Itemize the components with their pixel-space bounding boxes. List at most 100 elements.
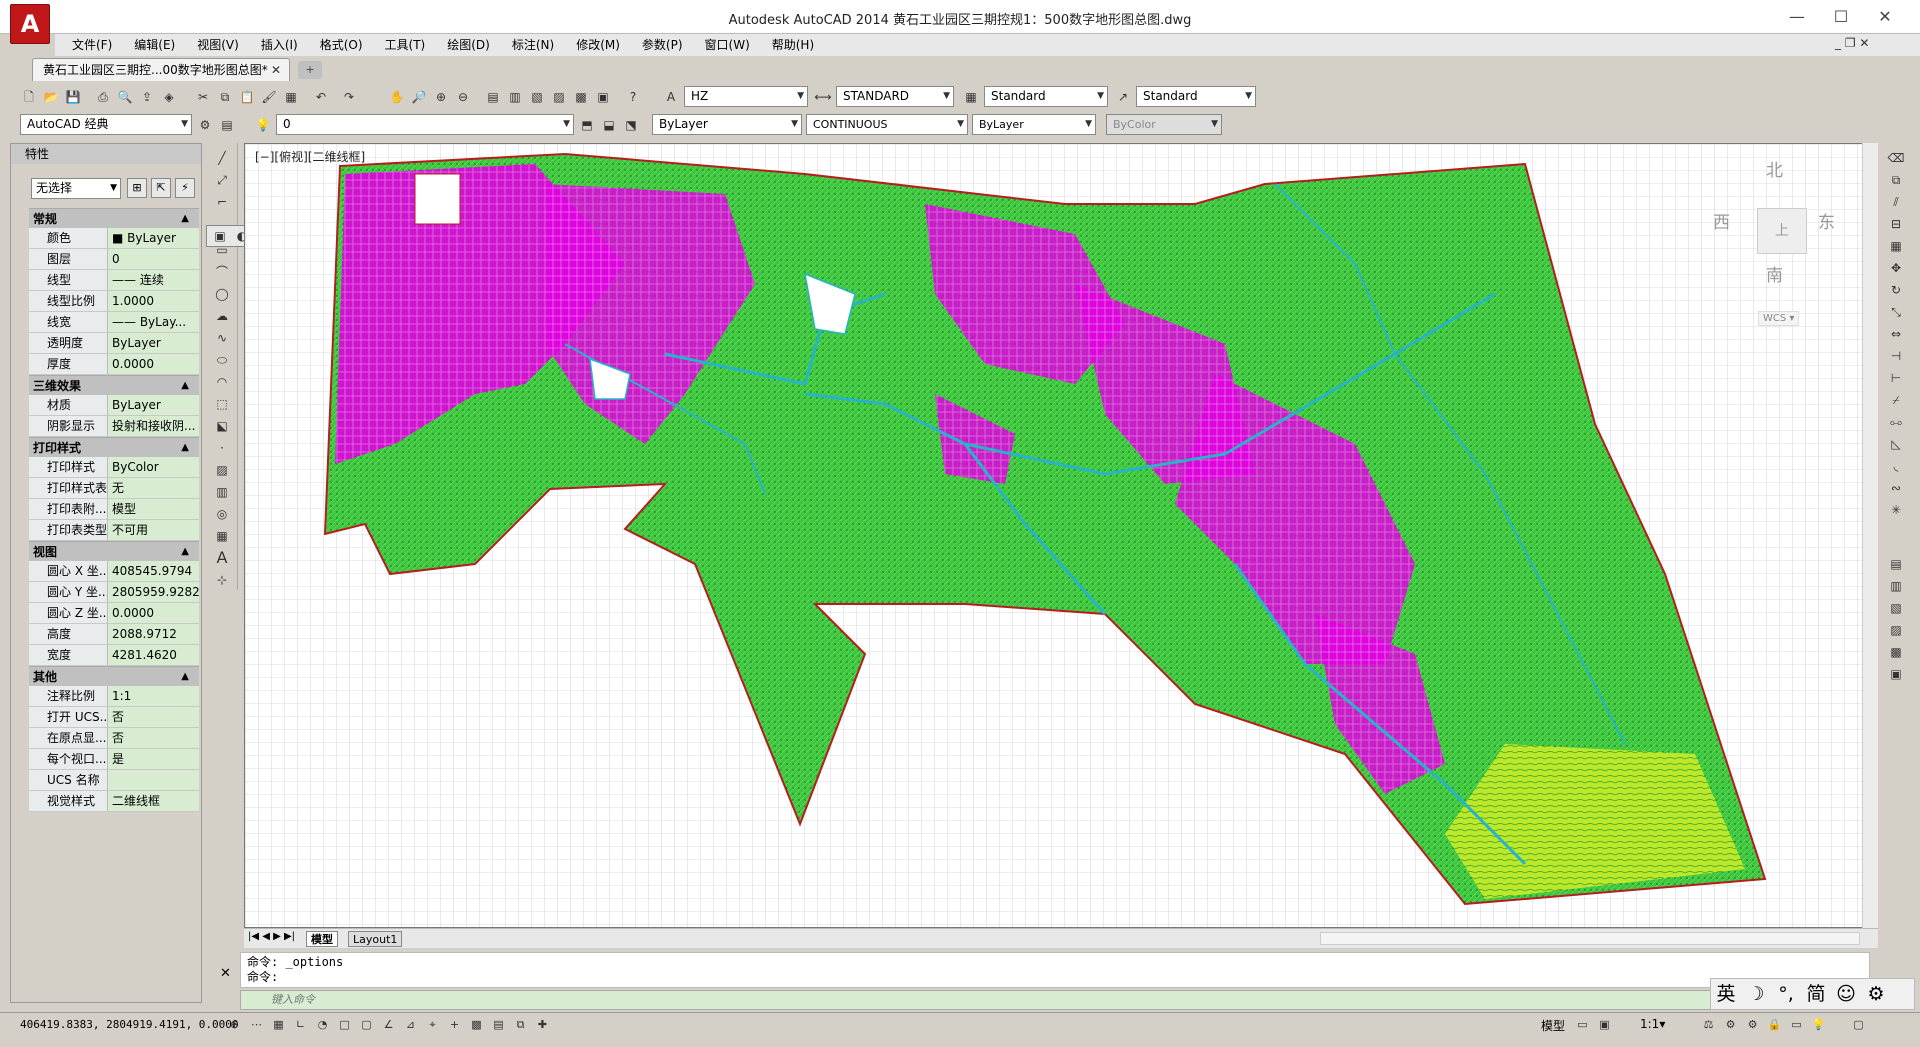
gradient-icon[interactable]: ▥: [213, 483, 231, 501]
pan-icon[interactable]: ✋: [388, 88, 406, 106]
property-value[interactable]: 是: [107, 749, 199, 769]
construction-line-icon[interactable]: ⤢: [213, 171, 231, 189]
extend-icon[interactable]: ⊢: [1887, 369, 1905, 387]
transparency-icon[interactable]: ▩: [468, 1016, 485, 1033]
menu-modify[interactable]: 修改(M): [565, 34, 631, 56]
viewcube-east[interactable]: 东: [1818, 208, 1835, 233]
ime-language-toggle[interactable]: 英: [1711, 979, 1741, 1009]
plotstyle-combo[interactable]: ByColor ▼: [1106, 114, 1222, 135]
property-value[interactable]: 4281.4620: [107, 645, 199, 665]
trim-icon[interactable]: ⊣: [1887, 347, 1905, 365]
lock-icon[interactable]: 🔒: [1766, 1016, 1783, 1033]
zoom-realtime-icon[interactable]: 🔎: [410, 88, 428, 106]
polar-tracking-icon[interactable]: ◔: [314, 1016, 331, 1033]
scale-icon[interactable]: ⤡: [1887, 303, 1905, 321]
cut-icon[interactable]: ✂: [194, 88, 212, 106]
menu-insert[interactable]: 插入(I): [250, 34, 309, 56]
drawing-canvas[interactable]: [−][俯视][二维线框] 北 西 东 南 上 WCS ▾: [244, 143, 1866, 928]
property-row[interactable]: 圆心 Y 坐... 2805959.9282: [29, 582, 199, 603]
property-value[interactable]: 模型: [107, 499, 199, 519]
minimize-button[interactable]: —: [1782, 6, 1812, 28]
tool-palettes-icon[interactable]: ▧: [528, 88, 546, 106]
table-icon[interactable]: ▦: [213, 527, 231, 545]
property-value[interactable]: 不可用: [107, 520, 199, 540]
hatch-icon[interactable]: ▨: [213, 461, 231, 479]
property-row[interactable]: 每个视口... 是: [29, 749, 199, 770]
zoom-window-icon[interactable]: ⊕: [432, 88, 450, 106]
circle-icon[interactable]: ◯: [213, 285, 231, 303]
move-icon[interactable]: ✥: [1887, 259, 1905, 277]
infer-constraints-icon[interactable]: ⊕: [226, 1016, 243, 1033]
property-value[interactable]: 1.0000: [107, 291, 199, 311]
viewport-label[interactable]: [−][俯视][二维线框]: [255, 148, 365, 165]
tab-layout1[interactable]: Layout1: [348, 931, 403, 947]
join-icon[interactable]: ⧟: [1887, 413, 1905, 431]
property-value[interactable]: 无: [107, 478, 199, 498]
3d-print-icon[interactable]: ◈: [160, 88, 178, 106]
text-style-combo[interactable]: HZ ▼: [684, 86, 808, 107]
print-icon[interactable]: ⎙: [94, 88, 112, 106]
property-row[interactable]: 高度 2088.9712: [29, 624, 199, 645]
property-value[interactable]: 否: [107, 707, 199, 727]
revision-cloud-icon[interactable]: ☁: [213, 307, 231, 325]
menu-help[interactable]: 帮助(H): [761, 34, 825, 56]
ime-emoji-icon[interactable]: ☺: [1831, 979, 1861, 1009]
chevron-up-icon[interactable]: ▲: [181, 438, 189, 458]
property-row[interactable]: 圆心 X 坐... 408545.9794: [29, 561, 199, 582]
property-row[interactable]: 材质 ByLayer: [29, 395, 199, 416]
property-row[interactable]: 视觉样式 二维线框: [29, 791, 199, 812]
properties-icon[interactable]: ▤: [484, 88, 502, 106]
new-tab-button[interactable]: +: [298, 61, 322, 79]
close-tab-icon[interactable]: ✕: [271, 59, 281, 81]
property-value[interactable]: 1:1: [107, 686, 199, 706]
property-value[interactable]: ■ ByLayer: [107, 228, 199, 248]
table-style-combo[interactable]: Standard ▼: [984, 86, 1108, 107]
viewcube[interactable]: 上: [1757, 208, 1807, 254]
ellipse-arc-icon[interactable]: ◠: [213, 373, 231, 391]
property-value[interactable]: 二维线框: [107, 791, 199, 811]
property-row[interactable]: 阴影显示 投射和接收阴...: [29, 416, 199, 437]
property-section-header[interactable]: 视图 ▲: [29, 541, 199, 561]
property-value[interactable]: 0.0000: [107, 354, 199, 374]
explode-icon[interactable]: ✳: [1887, 501, 1905, 519]
model-space-label[interactable]: 模型: [1541, 1017, 1565, 1034]
chevron-up-icon[interactable]: ▲: [181, 376, 189, 396]
selection-dropdown[interactable]: 无选择 ▼: [31, 178, 121, 199]
otrack-icon[interactable]: ∠: [380, 1016, 397, 1033]
layer-state-icon[interactable]: ⬔: [622, 116, 640, 134]
menu-dimension[interactable]: 标注(N): [501, 34, 565, 56]
make-current-layer-icon[interactable]: ⬒: [578, 116, 596, 134]
multiline-text-icon[interactable]: A: [213, 549, 231, 567]
match-properties-icon[interactable]: 🖌: [260, 88, 278, 106]
mirror-icon[interactable]: ⫽: [1887, 193, 1905, 211]
document-tab[interactable]: 黄石工业园区三期控...00数字地形图总图* ✕: [32, 58, 290, 81]
chamfer-icon[interactable]: ◺: [1887, 435, 1905, 453]
point-icon[interactable]: ·: [213, 439, 231, 457]
viewcube-south[interactable]: 南: [1766, 261, 1783, 286]
markup-icon[interactable]: ▩: [572, 88, 590, 106]
help-icon[interactable]: ?: [624, 88, 642, 106]
property-row[interactable]: 圆心 Z 坐... 0.0000: [29, 603, 199, 624]
paste-icon[interactable]: 📋: [238, 88, 256, 106]
menu-window[interactable]: 窗口(W): [694, 34, 761, 56]
object-snap-icon[interactable]: □: [336, 1016, 353, 1033]
hardware-acceleration-icon[interactable]: ▭: [1788, 1016, 1805, 1033]
dim-style-combo[interactable]: STANDARD ▼: [836, 86, 954, 107]
text-front-icon[interactable]: ▨: [1887, 621, 1905, 639]
add-selected-icon[interactable]: ⊹: [213, 571, 231, 589]
viewcube-north[interactable]: 北: [1766, 156, 1783, 181]
3d-osnap-icon[interactable]: ▢: [358, 1016, 375, 1033]
snap-mode-icon[interactable]: ⋯: [248, 1016, 265, 1033]
linetype-combo[interactable]: CONTINUOUS ▼: [806, 114, 968, 135]
property-row[interactable]: 透明度 ByLayer: [29, 333, 199, 354]
save-icon[interactable]: 💾: [64, 88, 82, 106]
quick-view-drawings-icon[interactable]: ▣: [1596, 1016, 1613, 1033]
chevron-up-icon[interactable]: ▲: [181, 209, 189, 229]
viewcube-west[interactable]: 西: [1713, 208, 1730, 233]
ime-settings-icon[interactable]: ⚙: [1861, 979, 1891, 1009]
menu-parametric[interactable]: 参数(P): [631, 34, 694, 56]
menu-view[interactable]: 视图(V): [186, 34, 250, 56]
menu-format[interactable]: 格式(O): [309, 34, 374, 56]
ime-simplified-toggle[interactable]: 简: [1801, 979, 1831, 1009]
ducs-icon[interactable]: ⊿: [402, 1016, 419, 1033]
